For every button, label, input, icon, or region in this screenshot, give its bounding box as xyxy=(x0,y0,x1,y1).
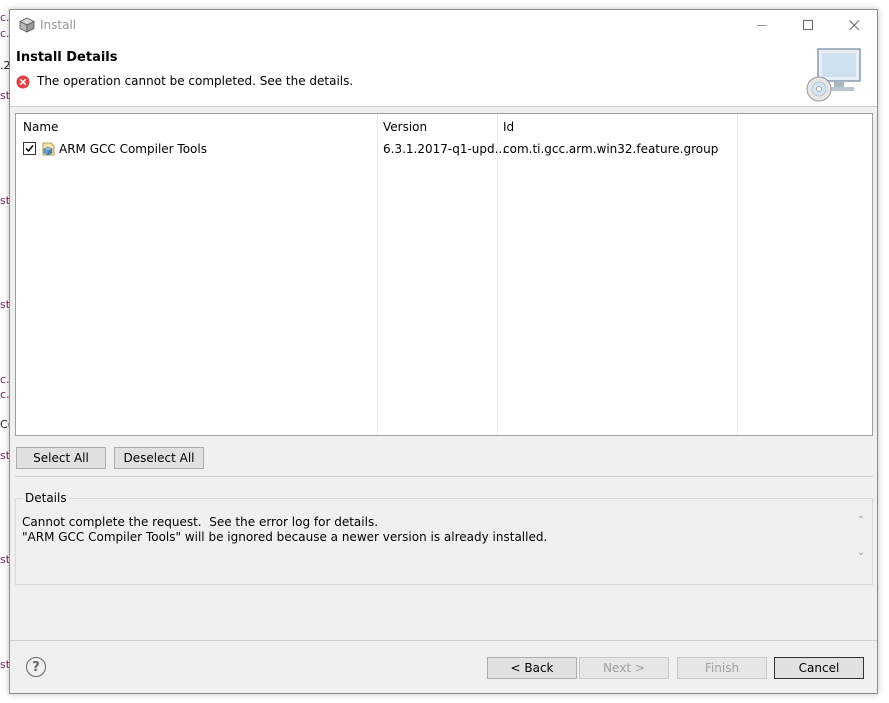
checkmark-icon xyxy=(25,145,34,153)
column-separator xyxy=(497,114,498,435)
wizard-footer: ? < Back Next > Finish Cancel xyxy=(10,640,877,694)
close-icon xyxy=(848,19,859,30)
finish-button[interactable]: Finish xyxy=(677,657,767,679)
select-all-button[interactable]: Select All xyxy=(16,447,106,469)
column-separator xyxy=(377,114,378,435)
error-icon xyxy=(16,75,30,89)
wizard-header: Install Details The operation cannot be … xyxy=(10,40,877,107)
feature-id: com.ti.gcc.arm.win32.feature.group xyxy=(503,142,719,156)
page-title: Install Details xyxy=(16,50,118,65)
install-dialog: Install Install Details The operation ca… xyxy=(9,9,878,694)
title-bar[interactable]: Install xyxy=(10,10,877,40)
minimize-icon xyxy=(756,24,767,26)
details-group: Cannot complete the request. See the err… xyxy=(15,498,873,585)
minimize-button[interactable] xyxy=(739,10,785,40)
scroll-up-arrow-icon[interactable]: ⌃ xyxy=(854,515,868,527)
table-row[interactable]: ARM GCC Compiler Tools 6.3.1.2017-q1-upd… xyxy=(16,140,872,158)
install-banner-icon xyxy=(806,48,861,102)
details-text: Cannot complete the request. See the err… xyxy=(22,515,548,544)
next-button[interactable]: Next > xyxy=(579,657,669,679)
feature-name: ARM GCC Compiler Tools xyxy=(59,142,207,156)
deselect-all-button[interactable]: Deselect All xyxy=(114,447,204,469)
app-cube-icon xyxy=(19,17,35,33)
feature-version: 6.3.1.2017-q1-upd... xyxy=(383,142,507,156)
error-message: The operation cannot be completed. See t… xyxy=(37,74,354,88)
maximize-icon xyxy=(802,19,813,30)
divider xyxy=(15,476,873,477)
cancel-button[interactable]: Cancel xyxy=(774,657,864,679)
back-button[interactable]: < Back xyxy=(487,657,577,679)
maximize-button[interactable] xyxy=(785,10,831,40)
column-header-version[interactable]: Version xyxy=(383,120,427,134)
help-icon[interactable]: ? xyxy=(26,657,46,677)
close-button[interactable] xyxy=(831,10,877,40)
column-header-id[interactable]: Id xyxy=(503,120,514,134)
details-legend: Details xyxy=(23,491,69,505)
feature-checkbox[interactable] xyxy=(23,142,36,155)
features-table[interactable]: Name Version Id ARM GCC Compiler Tools 6… xyxy=(15,113,873,436)
window-title: Install xyxy=(40,18,77,32)
column-header-name[interactable]: Name xyxy=(23,120,58,134)
column-separator xyxy=(737,114,738,435)
scroll-down-arrow-icon[interactable]: ⌄ xyxy=(854,547,868,559)
feature-icon xyxy=(42,142,55,156)
